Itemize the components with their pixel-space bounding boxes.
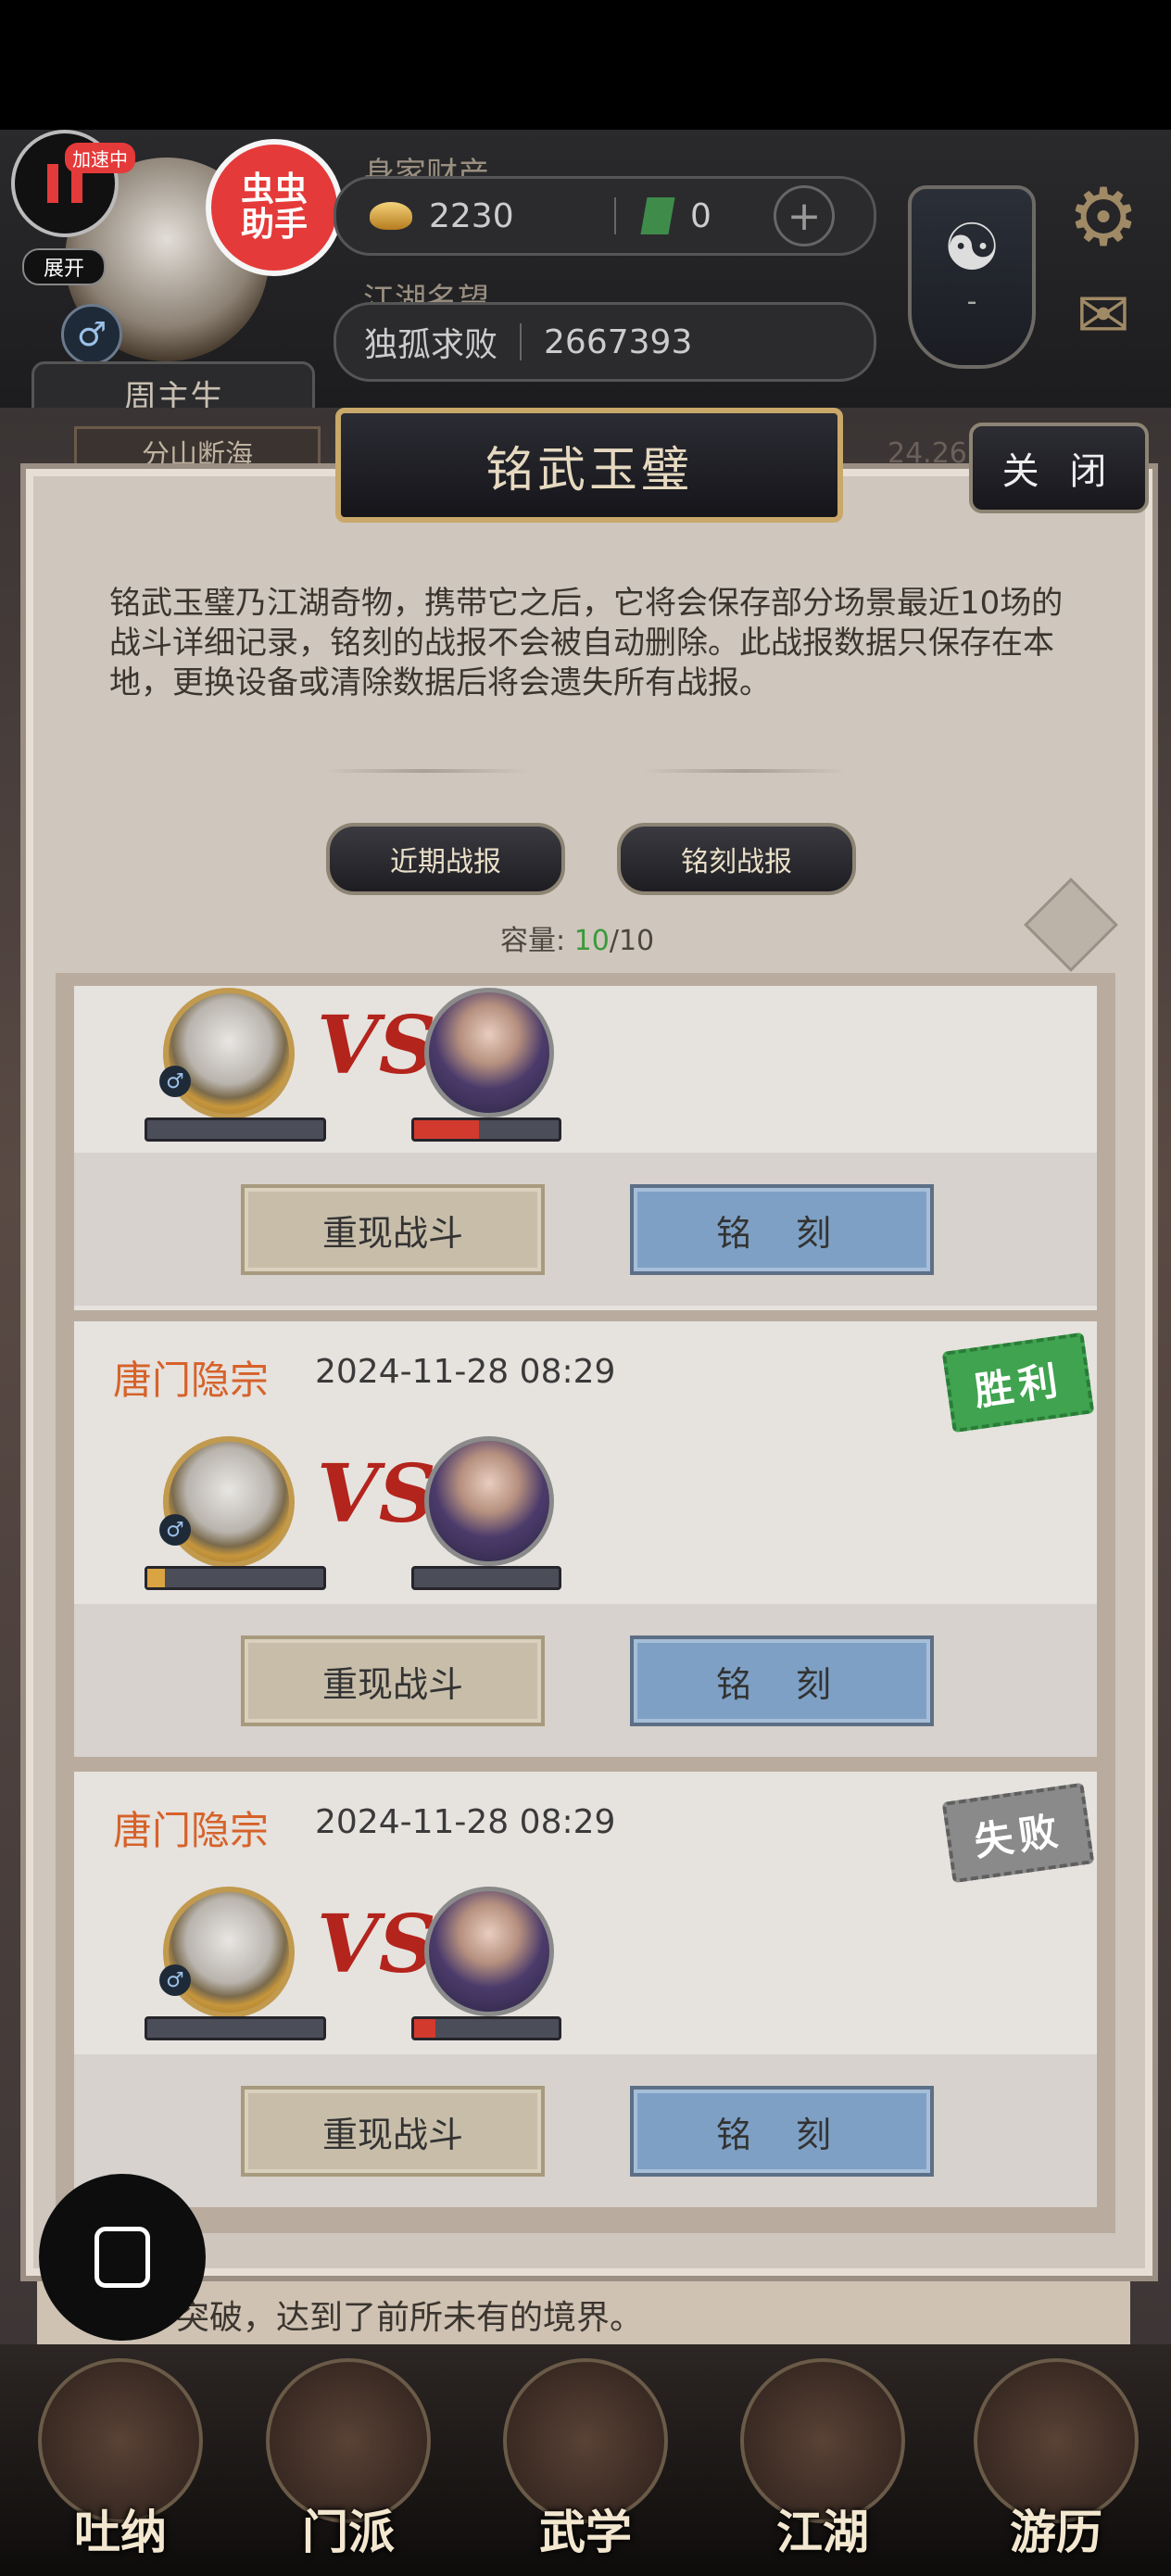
- capacity-indicator: 容量: 10/10: [500, 917, 654, 958]
- nav-label: 江湖: [776, 2505, 869, 2559]
- nav-jianghu[interactable]: 江湖: [730, 2358, 915, 2562]
- nav-label: 吐纳: [74, 2505, 167, 2559]
- battle-card: 唐门隐宗 2024-11-28 08:29 失败 ♂ VS 重现战斗 铭 刻: [74, 1772, 1097, 2207]
- replay-battle-button[interactable]: 重现战斗: [241, 1184, 545, 1275]
- enemy-hp-bar: [411, 2016, 561, 2040]
- vs-icon: VS: [317, 999, 436, 1092]
- replay-battle-button[interactable]: 重现战斗: [241, 1635, 545, 1726]
- battle-date: 2024-11-28 08:29: [315, 1803, 616, 1841]
- capacity-current: 10: [573, 925, 610, 957]
- vs-icon: VS: [317, 1447, 436, 1541]
- engrave-button[interactable]: 铭 刻: [630, 2086, 934, 2177]
- assistant-button[interactable]: 虫虫 助手: [206, 139, 343, 276]
- player-avatar: [163, 988, 295, 1119]
- male-icon: ♂: [159, 1514, 191, 1546]
- nav-travel[interactable]: 游历: [963, 2358, 1149, 2562]
- floating-window-button[interactable]: [39, 2174, 206, 2341]
- enemy-avatar: [424, 1887, 554, 2016]
- yin-yang-icon: ☯: [942, 209, 1001, 285]
- replay-battle-button[interactable]: 重现战斗: [241, 2086, 545, 2177]
- enemy-avatar: [424, 1436, 554, 1566]
- nav-label: 游历: [1010, 2505, 1102, 2559]
- male-icon: ♂: [61, 304, 122, 365]
- mail-button[interactable]: ✉: [1064, 277, 1143, 353]
- enemy-guild-name: 唐门隐宗: [113, 1357, 270, 1403]
- divider: [614, 197, 616, 234]
- tab-recent-reports[interactable]: 近期战报: [326, 823, 565, 895]
- expand-label: 展开: [43, 258, 84, 281]
- capacity-max: /10: [609, 925, 655, 957]
- speeding-badge: 加速中: [65, 143, 135, 173]
- nav-breathing[interactable]: 吐纳: [28, 2358, 213, 2562]
- log-text: 突破，达到了前所未有的境界。: [176, 2299, 644, 2337]
- card-actions: 重现战斗 铭 刻: [74, 1153, 1097, 1306]
- add-currency-button[interactable]: +: [774, 185, 835, 246]
- fame-title: 独孤求败: [364, 326, 498, 364]
- status-area: [0, 0, 1171, 130]
- divider-left: [324, 769, 528, 773]
- modal-description: 铭武玉璧乃江湖奇物，携带它之后，它将会保存部分场景最近10场的战斗详细记录，铭刻…: [109, 585, 1064, 701]
- nav-martial-arts[interactable]: 武学: [493, 2358, 678, 2562]
- close-button[interactable]: 关 闭: [969, 423, 1149, 513]
- assistant-label: 虫虫 助手: [240, 170, 308, 244]
- battle-list[interactable]: ♂ VS 重现战斗 铭 刻 唐门隐宗 2024-11-28 08:29 胜利 ♂…: [56, 973, 1115, 2233]
- divider: [520, 323, 523, 360]
- jade-amount: 0: [690, 196, 711, 235]
- enemy-hp-fill: [414, 2019, 436, 2038]
- wealth-bar: 2230 0 +: [334, 176, 876, 256]
- battle-date: 2024-11-28 08:29: [315, 1353, 616, 1391]
- battle-card: 唐门隐宗 2024-11-28 08:29 胜利 ♂ VS 重现战斗 铭 刻: [74, 1321, 1097, 1757]
- player-header: ♂ 加速中 展开 虫虫 助手 周主生 身家财产 2230 0 + 江湖名望 独孤…: [0, 130, 1171, 436]
- divider-right: [643, 769, 847, 773]
- player-hp-fill: [147, 1569, 165, 1587]
- player-avatar: [163, 1436, 295, 1568]
- fame-value: 2667393: [544, 322, 693, 361]
- enemy-avatar: [424, 988, 554, 1118]
- capacity-label: 容量:: [500, 925, 566, 957]
- jade-icon: [640, 197, 675, 234]
- expand-button[interactable]: 展开: [22, 248, 106, 285]
- player-avatar: [163, 1887, 295, 2018]
- card-actions: 重现战斗 铭 刻: [74, 2054, 1097, 2207]
- battle-card: ♂ VS 重现战斗 铭 刻: [74, 986, 1097, 1310]
- enemy-guild-name: 唐门隐宗: [113, 1808, 270, 1853]
- male-icon: ♂: [159, 1964, 191, 1996]
- defeat-stamp: 失败: [941, 1782, 1095, 1884]
- engrave-button[interactable]: 铭 刻: [630, 1184, 934, 1275]
- player-hp-bar: [145, 2016, 326, 2040]
- settings-button[interactable]: ⚙: [1062, 171, 1145, 264]
- nav-sect[interactable]: 门派: [256, 2358, 441, 2562]
- player-hp-bar: [145, 1566, 326, 1590]
- gold-icon: [370, 202, 412, 230]
- victory-stamp: 胜利: [941, 1332, 1095, 1433]
- player-hp-bar: [145, 1118, 326, 1142]
- modal-title: 铭武玉璧: [335, 408, 843, 523]
- emblem-dash: -: [966, 285, 977, 318]
- card-actions: 重现战斗 铭 刻: [74, 1604, 1097, 1757]
- nav-label: 武学: [539, 2505, 632, 2559]
- mail-icon: ✉: [1076, 277, 1131, 353]
- fame-bar: 独孤求败 2667393: [334, 302, 876, 382]
- enemy-hp-fill: [414, 1120, 480, 1139]
- enemy-hp-bar: [411, 1566, 561, 1590]
- tab-engraved-reports[interactable]: 铭刻战报: [617, 823, 856, 895]
- nav-label: 门派: [302, 2505, 395, 2559]
- screen-rotate-icon: [94, 2227, 150, 2288]
- engrave-button[interactable]: 铭 刻: [630, 1635, 934, 1726]
- gear-icon: ⚙: [1067, 171, 1140, 264]
- vs-icon: VS: [317, 1898, 436, 1991]
- taichi-emblem[interactable]: ☯ -: [908, 185, 1036, 369]
- male-icon: ♂: [159, 1066, 191, 1097]
- gold-amount: 2230: [429, 196, 514, 235]
- enemy-hp-bar: [411, 1118, 561, 1142]
